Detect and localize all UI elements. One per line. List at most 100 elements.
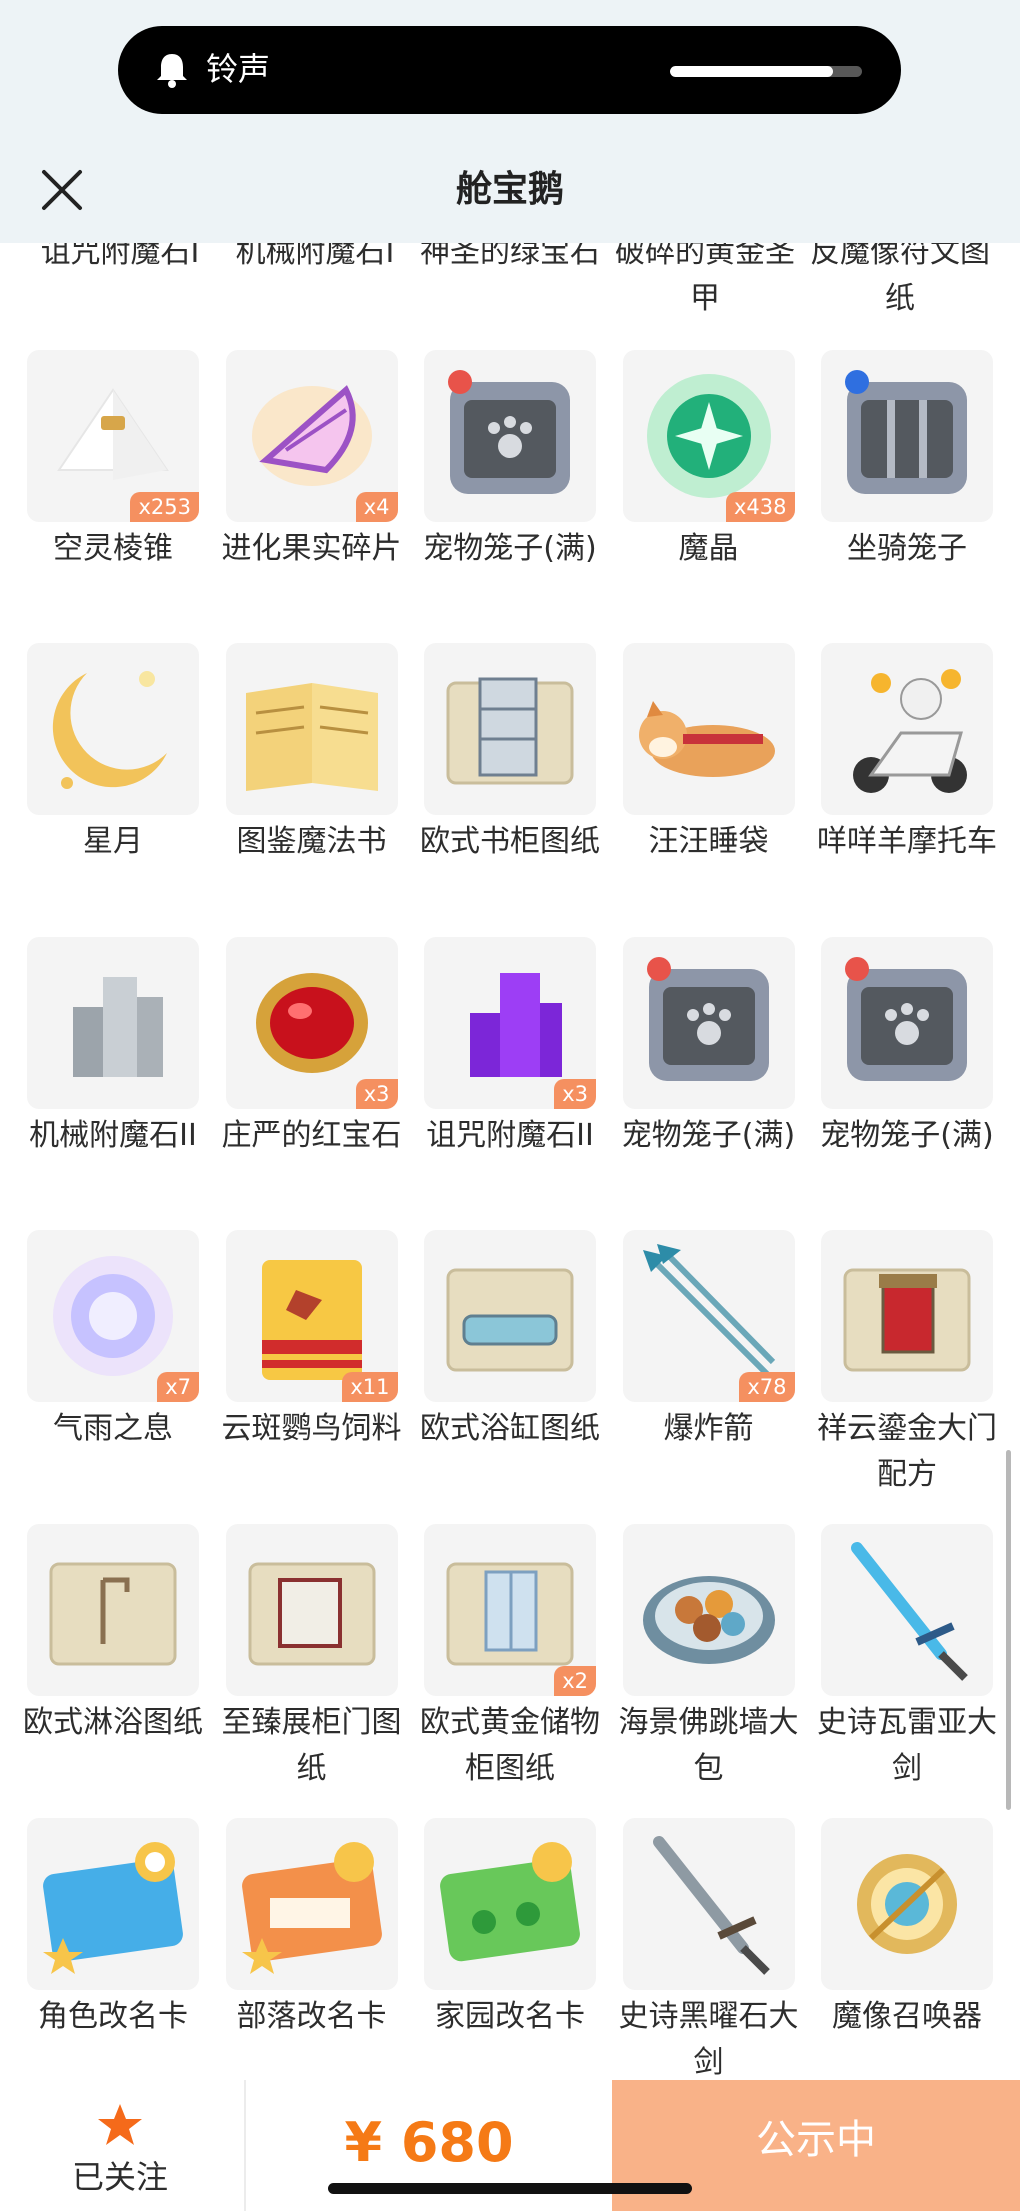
blueprint-bookshelf-icon: [446, 677, 574, 785]
item-card[interactable]: 宠物笼子(满): [622, 937, 795, 1159]
item-card[interactable]: x11 云斑鹦鸟饲料: [222, 1230, 402, 1498]
item-thumbnail: [821, 937, 993, 1109]
item-grid[interactable]: 诅咒附魔石I 机械附魔石I 神圣的绿宝石 破碎的黄金圣甲 反魔像符文图纸 x253 空灵棱…: [0, 0, 1020, 2080]
pet-cage-icon: [845, 957, 967, 1081]
item-name: 魔像召唤器: [832, 1999, 982, 2034]
follow-button[interactable]: 已关注: [0, 2080, 240, 2211]
item-card[interactable]: x78 爆炸箭: [622, 1230, 795, 1498]
item-row: 星月 图鉴魔法书 欧式书柜图纸 汪汪睡袋 咩咩羊摩托车: [27, 643, 997, 865]
quantity-badge: x253: [130, 492, 199, 522]
item-card[interactable]: 欧式浴缸图纸: [420, 1230, 600, 1498]
item-thumbnail: [622, 937, 795, 1109]
quantity-badge: x78: [739, 1372, 795, 1402]
item-card[interactable]: 机械附魔石II: [27, 937, 199, 1159]
crescent-moon-icon: [52, 671, 167, 789]
item-card[interactable]: 部落改名卡: [225, 1818, 398, 2080]
item-card[interactable]: 海景佛跳墙大包: [619, 1524, 799, 1792]
item-thumbnail: x11: [225, 1230, 398, 1402]
item-card[interactable]: 至臻展柜门图纸: [222, 1524, 402, 1792]
item-thumbnail: [821, 1524, 993, 1696]
item-card[interactable]: x2 欧式黄金储物柜图纸: [420, 1524, 600, 1792]
item-card[interactable]: 宠物笼子(满): [820, 937, 994, 1159]
item-card[interactable]: 家园改名卡: [424, 1818, 596, 2080]
item-name: 史诗黑曜石大剑: [618, 1999, 799, 2080]
quantity-badge: x3: [355, 1079, 398, 1109]
scrollbar[interactable]: [1006, 1450, 1011, 1810]
item-name: 魔晶: [678, 531, 739, 566]
item-name: 海景佛跳墙大包: [618, 1705, 799, 1786]
item-thumbnail: x3: [225, 937, 398, 1109]
item-card[interactable]: x7 气雨之息: [27, 1230, 199, 1498]
item-card[interactable]: 宠物笼子(满): [423, 350, 597, 572]
quantity-badge: x438: [725, 492, 795, 522]
item-name: 史诗瓦雷亚大剑: [817, 1705, 997, 1786]
item-card[interactable]: 汪汪睡袋: [622, 643, 795, 865]
item-name: 反魔像符文图纸: [810, 235, 990, 316]
item-thumbnail: [424, 643, 596, 815]
rename-card-green-icon: [440, 1842, 580, 1962]
pet-cage-icon: [448, 370, 570, 494]
item-card[interactable]: 坐骑笼子: [821, 350, 993, 572]
item-thumbnail: [821, 643, 993, 815]
item-thumbnail: [821, 1818, 993, 1990]
item-name: 云斑鹦鸟饲料: [221, 1411, 402, 1446]
item-thumbnail: x438: [622, 350, 795, 522]
volume-bar: [670, 66, 862, 77]
item-card[interactable]: 史诗黑曜石大剑: [619, 1818, 799, 2080]
item-name: 家园改名卡: [435, 1999, 585, 2034]
item-card[interactable]: 图鉴魔法书: [225, 643, 398, 865]
item-thumbnail: [424, 350, 596, 522]
item-row: 角色改名卡 部落改名卡 家园改名卡 史诗黑曜石大剑 魔像召唤器: [27, 1818, 993, 2080]
blueprint-cabinet-icon: [248, 1562, 375, 1666]
item-card[interactable]: x3 诅咒附魔石II: [424, 937, 596, 1159]
item-card[interactable]: 星月: [27, 643, 199, 865]
item-thumbnail: [225, 1818, 398, 1990]
item-name: 坐骑笼子: [847, 531, 967, 566]
item-name: 诅咒附魔石II: [426, 1118, 594, 1153]
item-thumbnail: [225, 643, 398, 815]
item-name: 祥云鎏金大门配方: [817, 1411, 997, 1492]
mech-stone-icon: [73, 977, 163, 1077]
quantity-badge: x2: [554, 1666, 596, 1696]
item-card[interactable]: x3 庄严的红宝石: [222, 937, 402, 1159]
home-indicator[interactable]: [328, 2183, 692, 2194]
star-icon: [98, 2104, 142, 2145]
book-icon: [245, 683, 378, 791]
item-row: x7 气雨之息 x11 云斑鹦鸟饲料 欧式浴缸图纸 x78 爆炸箭 祥云鎏金大门配方: [27, 1230, 997, 1498]
bell-icon: [157, 54, 187, 88]
item-card[interactable]: x4 进化果实碎片: [222, 350, 402, 572]
item-name: 神圣的绿宝石: [420, 235, 600, 270]
item-card[interactable]: 欧式淋浴图纸: [23, 1524, 203, 1792]
item-card[interactable]: 魔像召唤器: [821, 1818, 993, 2080]
item-card[interactable]: 欧式书柜图纸: [420, 643, 600, 865]
page-title: 舱宝鹅: [455, 169, 564, 210]
quantity-badge: x3: [554, 1079, 596, 1109]
item-card[interactable]: 角色改名卡: [27, 1818, 199, 2080]
item-name: 爆炸箭: [663, 1411, 754, 1446]
item-name: 咩咩羊摩托车: [817, 824, 997, 859]
item-name: 欧式黄金储物柜图纸: [420, 1705, 600, 1786]
item-card[interactable]: x438 魔晶: [622, 350, 795, 572]
item-card[interactable]: 咩咩羊摩托车: [817, 643, 997, 865]
item-thumbnail: [622, 643, 795, 815]
item-card[interactable]: 祥云鎏金大门配方: [817, 1230, 997, 1498]
blueprint-shower-icon: [49, 1562, 177, 1666]
item-name: 机械附魔石I: [235, 235, 395, 270]
blueprint-bathtub-icon: [446, 1268, 574, 1372]
item-name: 欧式浴缸图纸: [420, 1411, 600, 1446]
price: ¥ 680: [344, 2111, 514, 2174]
item-card[interactable]: x253 空灵棱锥: [27, 350, 199, 572]
item-name: 部落改名卡: [236, 1999, 387, 2034]
item-card[interactable]: 史诗瓦雷亚大剑: [817, 1524, 997, 1792]
item-thumbnail: [424, 1818, 596, 1990]
black-sword-icon: [652, 1836, 770, 1975]
item-thumbnail: [27, 1818, 199, 1990]
item-thumbnail: [622, 1524, 795, 1696]
item-name: 欧式书柜图纸: [420, 824, 600, 859]
item-thumbnail: [821, 1230, 993, 1402]
item-name: 空灵棱锥: [53, 531, 173, 566]
food-plate-icon: [642, 1576, 775, 1664]
item-name: 宠物笼子(满): [621, 1118, 796, 1153]
item-name: 机械附魔石II: [29, 1118, 197, 1153]
item-thumbnail: x253: [27, 350, 199, 522]
